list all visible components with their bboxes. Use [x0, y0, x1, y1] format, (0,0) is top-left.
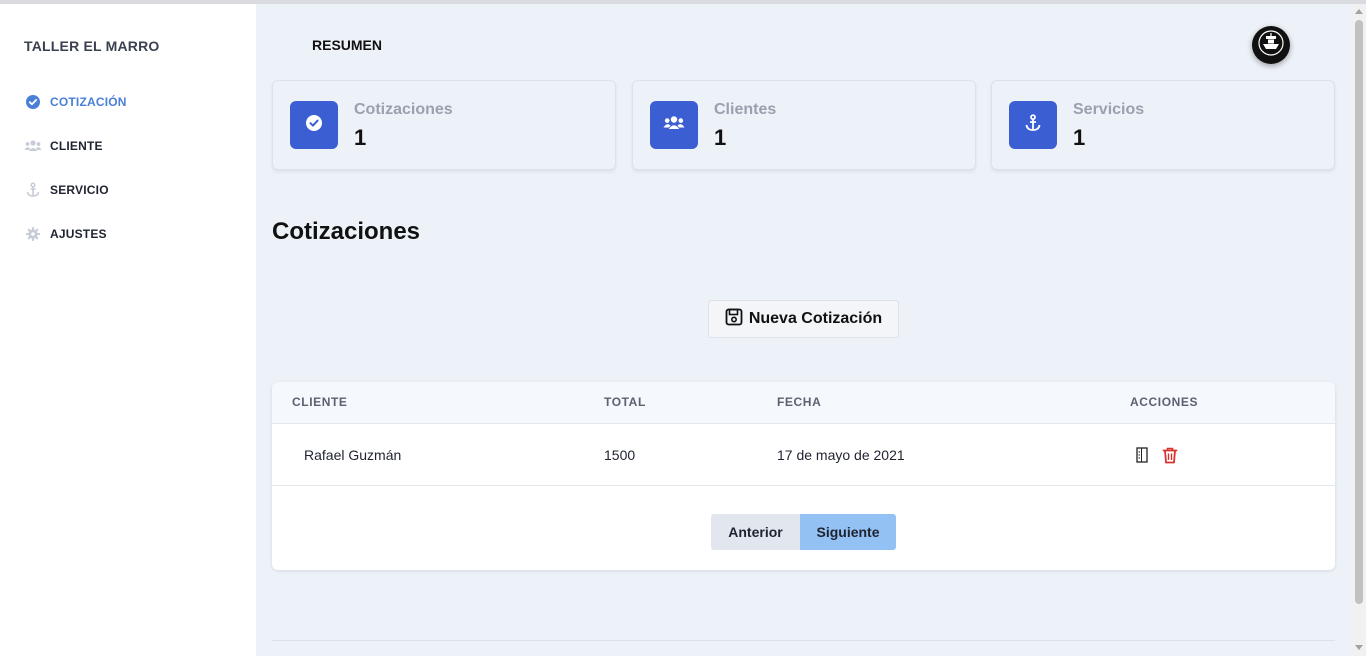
column-header-fecha: FECHA — [777, 395, 822, 409]
stat-value: 1 — [1073, 125, 1086, 150]
sidebar-item-label: SERVICIO — [50, 183, 109, 197]
sidebar-item-label: AJUSTES — [50, 227, 107, 241]
stat-card-servicios: Servicios 1 — [991, 80, 1335, 170]
users-icon — [663, 115, 685, 136]
avatar[interactable] — [1252, 26, 1290, 64]
page-scrollbar[interactable] — [1352, 4, 1366, 656]
scroll-down-arrow-icon[interactable] — [1355, 645, 1363, 650]
cell-fecha: 17 de mayo de 2021 — [777, 447, 905, 463]
new-quotation-label: Nueva Cotización — [748, 310, 883, 327]
main-content: RESUMEN Cotizaciones 1 Clientes 1 Servic… — [256, 4, 1352, 656]
sidebar: TALLER EL MARRO COTIZACIÓN CLIENTE SERVI… — [0, 4, 256, 656]
next-page-button[interactable]: Siguiente — [800, 514, 896, 550]
save-icon — [725, 308, 743, 331]
gear-icon — [24, 225, 42, 243]
anchor-icon — [1025, 113, 1041, 137]
sidebar-item-label: CLIENTE — [50, 139, 103, 153]
sidebar-item-label: COTIZACIÓN — [50, 95, 127, 109]
pagination: Anterior Siguiente — [711, 514, 896, 550]
quotations-table: CLIENTE TOTAL FECHA ACCIONES Rafael Guzm… — [272, 382, 1335, 570]
sidebar-item-cotizacion[interactable]: COTIZACIÓN — [24, 92, 127, 112]
check-circle-icon — [24, 93, 42, 111]
stat-label: Servicios — [1073, 101, 1145, 118]
new-quotation-button[interactable]: Nueva Cotización — [708, 300, 899, 338]
ship-logo-icon — [1258, 29, 1284, 61]
table-row: Rafael Guzmán 1500 17 de mayo de 2021 — [272, 424, 1335, 486]
stat-label: Clientes — [714, 101, 777, 118]
sidebar-item-ajustes[interactable]: AJUSTES — [24, 224, 107, 244]
stat-value: 1 — [354, 125, 367, 150]
stat-card-clientes: Clientes 1 — [632, 80, 976, 170]
sidebar-item-cliente[interactable]: CLIENTE — [24, 136, 103, 156]
users-icon — [24, 137, 42, 155]
stat-icon-box — [1009, 101, 1057, 149]
footer-divider — [272, 640, 1335, 641]
column-header-acciones: ACCIONES — [1130, 395, 1199, 409]
cell-cliente: Rafael Guzmán — [304, 447, 402, 463]
stat-icon-box — [290, 101, 338, 149]
brand-title: TALLER EL MARRO — [24, 38, 160, 54]
document-icon[interactable] — [1132, 445, 1152, 465]
table-header: CLIENTE TOTAL FECHA ACCIONES — [272, 382, 1335, 424]
scroll-up-arrow-icon[interactable] — [1355, 9, 1363, 14]
trash-icon[interactable] — [1160, 445, 1180, 465]
page-title: RESUMEN — [312, 37, 383, 53]
cell-total: 1500 — [604, 447, 636, 463]
stat-card-cotizaciones: Cotizaciones 1 — [272, 80, 616, 170]
check-circle-icon — [306, 114, 322, 136]
previous-page-button[interactable]: Anterior — [711, 514, 800, 550]
stat-label: Cotizaciones — [354, 101, 453, 118]
section-title: Cotizaciones — [272, 218, 421, 245]
column-header-total: TOTAL — [604, 395, 646, 409]
anchor-icon — [24, 181, 42, 199]
stat-icon-box — [650, 101, 698, 149]
sidebar-item-servicio[interactable]: SERVICIO — [24, 180, 109, 200]
stat-value: 1 — [714, 125, 727, 150]
scroll-thumb[interactable] — [1355, 20, 1363, 604]
column-header-cliente: CLIENTE — [292, 395, 348, 409]
row-actions — [1132, 445, 1188, 465]
